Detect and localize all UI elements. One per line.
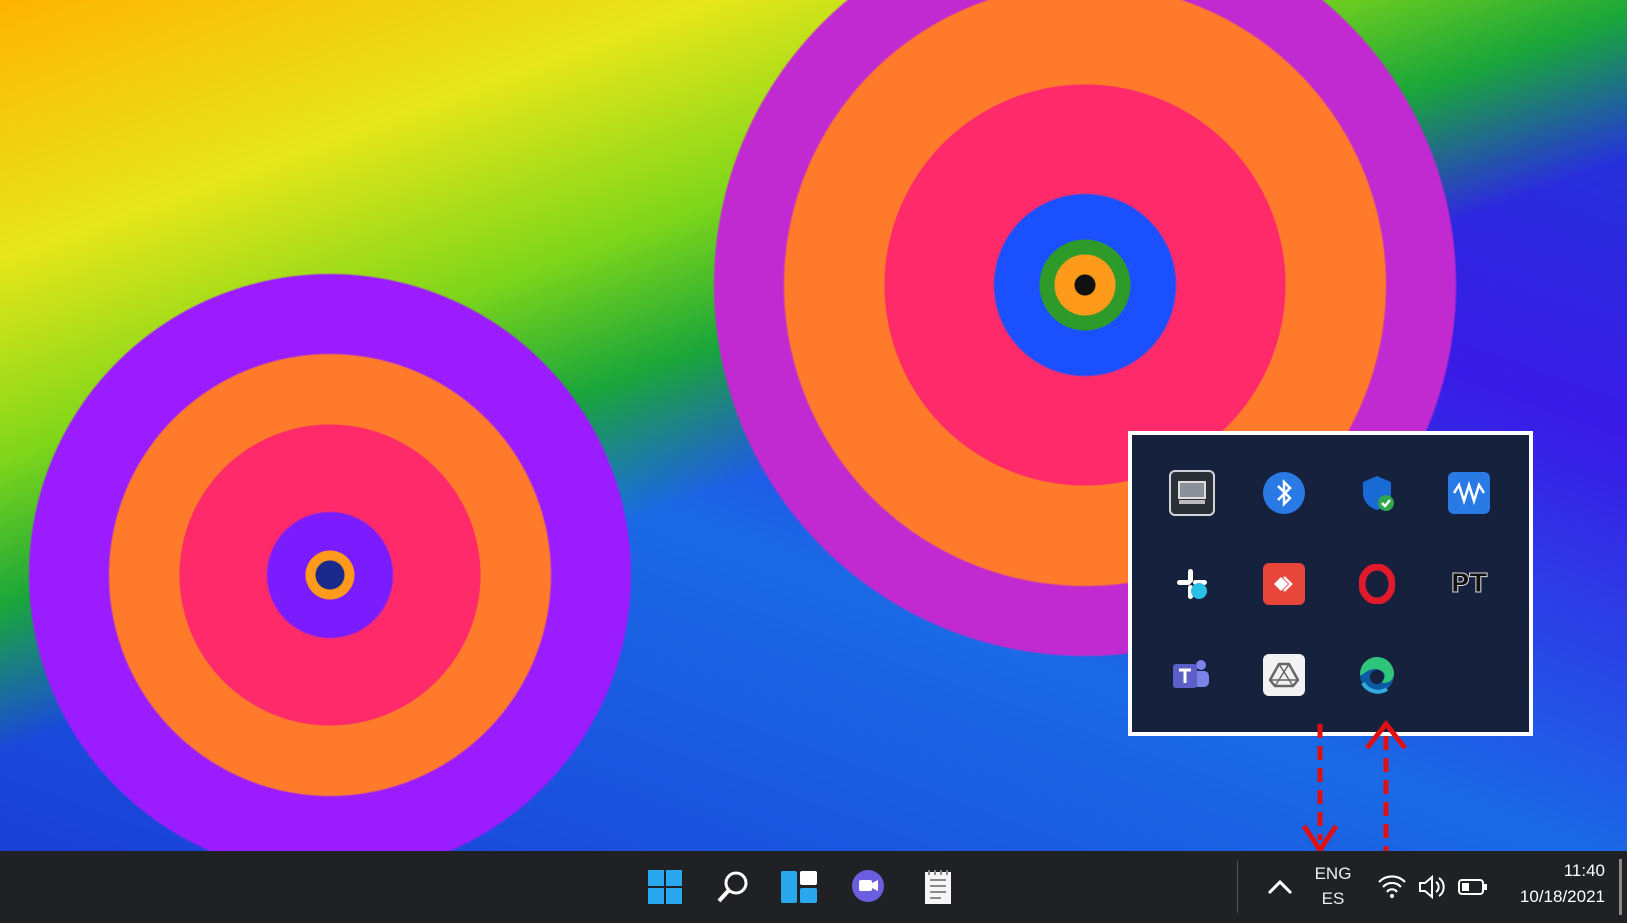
teams-icon[interactable] [1171,654,1213,696]
pt-icon[interactable]: PT [1448,563,1490,605]
windows-security-icon[interactable] [1356,472,1398,514]
clock-date: 10/18/2021 [1519,887,1605,906]
tray-overflow-popup: PT [1128,431,1533,736]
wifi-icon [1378,875,1406,898]
network-volume-battery-group[interactable] [1375,869,1493,905]
start-button[interactable] [641,863,689,911]
keyboard-layout: ES [1321,889,1345,908]
opera-icon[interactable] [1356,563,1398,605]
clock[interactable]: 11:40 10/18/2021 [1500,859,1605,915]
chat-button[interactable] [844,863,892,911]
device-icon[interactable] [1169,469,1216,516]
anydesk-icon[interactable] [1263,562,1306,605]
slack-icon[interactable] [1171,563,1213,605]
waves-audio-icon[interactable] [1447,471,1490,514]
show-desktop-button[interactable] [1619,859,1622,915]
annotation-arrow-down [1301,724,1339,855]
notepad-button[interactable] [914,863,962,911]
language-indicator[interactable]: ENG ES [1303,861,1363,913]
language-code: ENG [1314,864,1352,883]
bluetooth-icon[interactable] [1263,471,1306,514]
taskbar-divider [1237,861,1238,913]
battery-icon [1458,879,1487,895]
search-button[interactable] [709,863,757,911]
edge-icon[interactable] [1356,654,1398,696]
clock-time: 11:40 [1563,861,1605,880]
taskbar: ENG ES 11:40 10/18/2021 [0,851,1627,923]
volume-icon [1419,874,1445,900]
annotation-arrow-up [1365,719,1407,854]
widgets-button[interactable] [775,863,823,911]
google-drive-icon[interactable] [1263,653,1306,696]
show-hidden-icons-button[interactable] [1258,863,1302,911]
